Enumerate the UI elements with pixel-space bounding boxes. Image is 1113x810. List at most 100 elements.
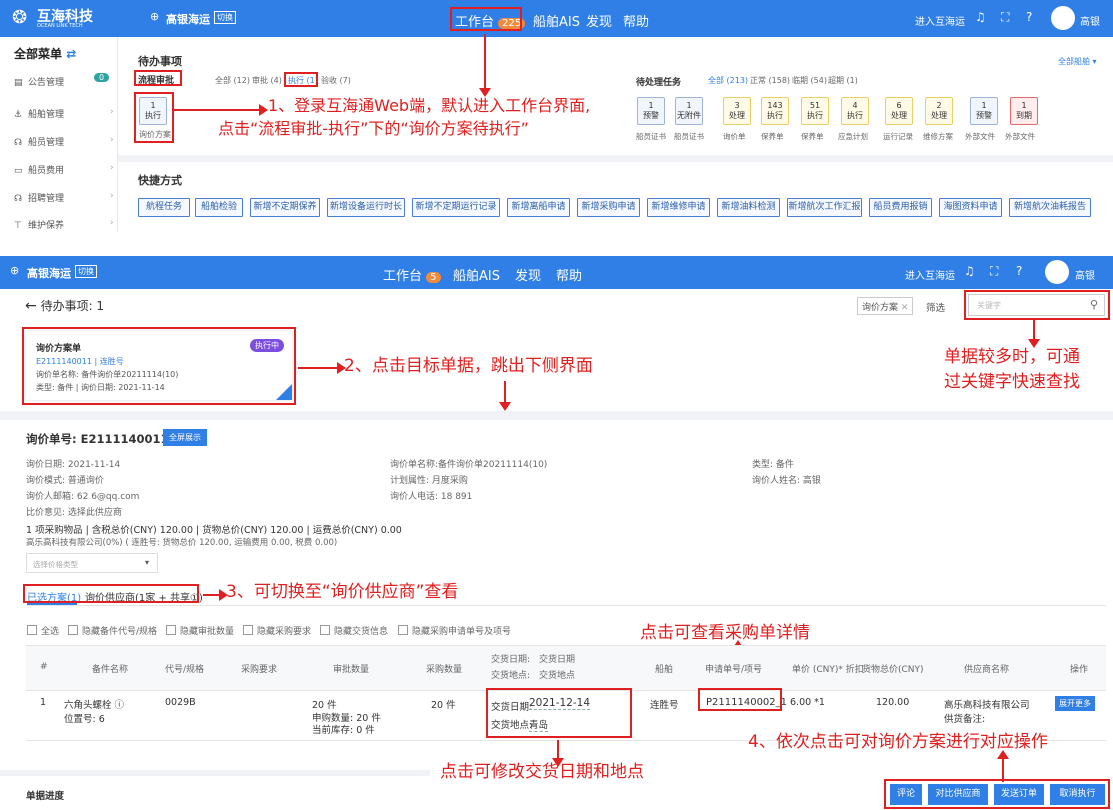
checkbox[interactable] [320,625,330,635]
sidebar-item-crew-cost[interactable]: ▭ 船员费用 › [14,163,114,176]
sidebar-item-recruit[interactable]: ☊ 招聘管理 › [14,191,114,204]
quick-button[interactable]: 新增油料检测 [717,198,780,217]
col-delivery-place: 交货地点: 交货地点 [491,671,576,681]
quick-button[interactable]: 海图资料申请 [939,198,1002,217]
price-type-select[interactable]: 选择价格类型 ▾ [26,553,158,573]
enter-hihaiyun-link[interactable]: 进入互海运 [905,267,955,282]
field-email: 询价人邮箱: 62 6@qq.com [26,492,140,502]
pending-tile[interactable]: 2 处理 [925,97,953,125]
pending-filter-near[interactable]: 临期 (54) [792,75,827,86]
field-inquiry-name: 询价单名称:备件询价单20211114(10) [390,460,548,470]
checkbox[interactable] [243,625,253,635]
quick-button[interactable]: 船员费用报销 [869,198,932,217]
top-navbar-2: ⊕ 高银海运 切换 工作台 5 船舶AIS 发现 帮助 进入互海运 ♫ ⛶ ? … [0,256,1113,289]
fullscreen-button[interactable]: 全屏展示 [163,429,207,446]
sidebar-item-announcement[interactable]: ▤ 公告管理 0 [14,73,110,88]
help-icon[interactable]: ? [1016,264,1022,278]
summary-line: 1 项采购物品 | 含税总价(CNY) 120.00 | 货物总价(CNY) 1… [26,525,402,536]
expand-more-button[interactable]: 展开更多 [1055,696,1095,711]
fullscreen-icon[interactable]: ⛶ [1001,10,1009,25]
company-switch-icon[interactable]: ⊕ [150,10,159,23]
sidebar-item-ship[interactable]: ⚓ 船舶管理 › [14,107,114,120]
quick-button[interactable]: 航程任务 [138,198,190,217]
avatar[interactable] [1051,6,1075,30]
quick-button[interactable]: 新增设备运行时长 [327,198,405,217]
checkbox-hide-delivery[interactable]: 隐藏交货信息 [320,624,388,637]
company-name[interactable]: 高银海运 [27,265,71,281]
highlight-filter-execute [284,72,318,87]
company-switch-icon[interactable]: ⊕ [10,264,19,277]
filter-dropdown[interactable]: 筛选 [926,300,945,314]
nav-help[interactable]: 帮助 [556,265,582,284]
quick-button[interactable]: 新增维修申请 [647,198,710,217]
checkbox-hide-approved[interactable]: 隐藏审批数量 [166,624,234,637]
checkbox-hide-apply-no[interactable]: 隐藏采购申请单号及项号 [398,624,511,637]
nav-ais[interactable]: 船舶AIS [533,11,580,30]
filter-tag[interactable]: 询价方案 ✕ [857,297,914,315]
pending-tile[interactable]: 51 执行 [801,97,829,125]
quick-button[interactable]: 新增航次油耗报告 [1009,198,1091,217]
user-name[interactable]: 高银 [1075,267,1095,282]
sidebar-item-maintenance[interactable]: ⊤ 维护保养 › [14,218,114,231]
checkbox-hide-code[interactable]: 隐藏备件代号/规格 [68,624,157,637]
quick-button[interactable]: 新增离船申请 [507,198,570,217]
company-switch-badge[interactable]: 切换 [75,265,97,278]
company-name[interactable]: 高银海运 [166,11,210,27]
pending-filter-normal[interactable]: 正常 (158) [750,75,790,86]
nav-ais[interactable]: 船舶AIS [453,265,500,284]
pending-tile[interactable]: 4 执行 [841,97,869,125]
close-icon[interactable]: ✕ [901,303,909,313]
checkbox[interactable] [398,625,408,635]
pending-tile[interactable]: 1 预警 [637,97,665,125]
field-inquiry-date: 询价日期: 2021-11-14 [26,460,121,470]
pending-tile[interactable]: 143 执行 [761,97,789,125]
quick-button[interactable]: 新增航次工作汇报 [787,198,862,217]
notification-icon[interactable]: ♫ [975,10,986,24]
notification-icon[interactable]: ♫ [964,264,975,278]
avatar[interactable] [1045,260,1069,284]
back-header[interactable]: ← 待办事项: 1 [25,297,104,314]
checkbox-select-all[interactable]: 全选 [27,624,59,637]
pending-caption: 保养单 [761,132,784,141]
all-ships-dropdown[interactable]: 全部船舶 ▾ [1058,56,1097,67]
filter-approve[interactable]: 审批 (4) [252,75,282,86]
pending-tile[interactable]: 1 到期 [1010,97,1038,125]
row-approved: 20 件 [312,700,337,711]
col-name: 备件名称 [92,665,129,675]
field-phone: 询价人电话: 18 891 [390,492,473,502]
checkbox[interactable] [68,625,78,635]
col-approved: 审批数量 [333,665,370,675]
quick-button[interactable]: 新增采购申请 [577,198,640,217]
row-position: 位置号: 6 [64,714,105,725]
user-name[interactable]: 高银 [1080,13,1100,28]
fullscreen-icon[interactable]: ⛶ [990,264,998,279]
nav-discover[interactable]: 发现 [586,11,612,30]
quick-button[interactable]: 新增不定期保养 [250,198,320,217]
section-divider [118,155,1113,162]
nav-help[interactable]: 帮助 [623,11,649,30]
checkbox-hide-requirement[interactable]: 隐藏采购要求 [243,624,311,637]
checkbox[interactable] [27,625,37,635]
sidebar-item-crew[interactable]: ☊ 船员管理 › [14,135,114,148]
nav-workbench[interactable]: 工作台 5 [383,265,441,284]
nav-discover[interactable]: 发现 [515,265,541,284]
quick-button[interactable]: 新增不定期运行记录 [412,198,500,217]
pending-tile[interactable]: 3 处理 [723,97,751,125]
help-icon[interactable]: ? [1026,10,1032,24]
enter-hihaiyun-link[interactable]: 进入互海运 [915,13,965,28]
filter-all[interactable]: 全部 (12) [215,75,250,86]
annotation-arrow-3 [203,589,228,601]
pending-tile[interactable]: 6 处理 [885,97,913,125]
sidebar-title[interactable]: 全部菜单 ⇄ [14,45,76,62]
pending-filter-all[interactable]: 全部 (213) [708,75,748,86]
sidebar: 全部菜单 ⇄ ▤ 公告管理 0 ⚓ 船舶管理 › ☊ 船员管理 › ▭ 船员费用 › ☊ 招聘管理… [0,37,118,232]
checkbox[interactable] [166,625,176,635]
filter-accept[interactable]: 验收 (7) [321,75,351,86]
pending-tile[interactable]: 1 预警 [970,97,998,125]
company-switch-badge[interactable]: 切换 [214,11,236,24]
pending-filter-overdue[interactable]: 超期 (1) [828,75,858,86]
pending-tile[interactable]: 1 无附件 [675,97,703,125]
quick-button[interactable]: 船舶检验 [195,198,243,217]
summary-line-2: 高乐高科技有限公司(0%) ( 连胜号: 货物总价 120.00, 运输费用 0… [26,538,338,548]
row-supplier[interactable]: 高乐高科技有限公司 [944,697,1030,711]
